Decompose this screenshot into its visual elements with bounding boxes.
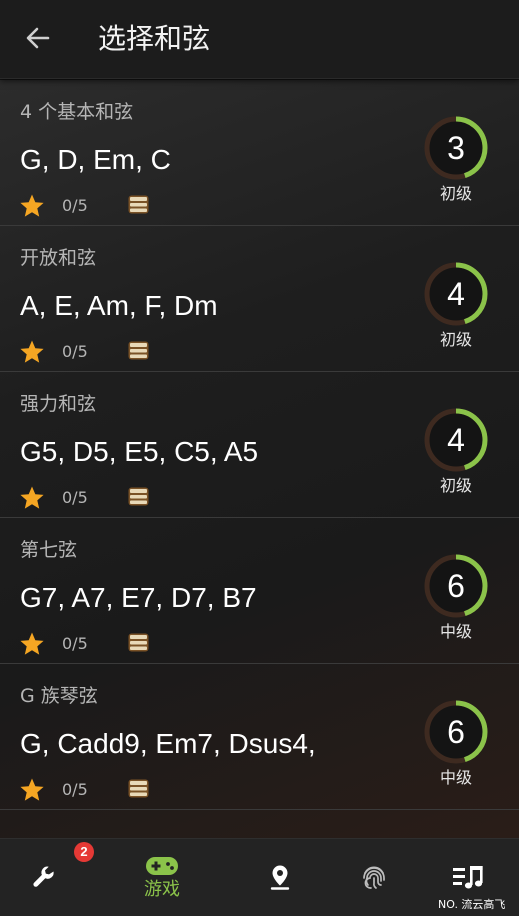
app-header: 选择和弦 [0, 0, 519, 79]
lesson-score: 0/5 [62, 634, 88, 653]
chest-icon [128, 195, 149, 214]
wrench-icon [33, 866, 54, 887]
lesson-subtitle: 第七弦 [20, 539, 78, 561]
star-icon [20, 340, 44, 363]
level-number: 6 [447, 714, 465, 750]
nav-games[interactable]: 游戏 [122, 839, 202, 916]
nav-tools[interactable]: 2 [4, 839, 94, 916]
level-label: 中级 [439, 768, 472, 787]
lesson-score: 0/5 [62, 488, 88, 507]
lesson-subtitle: 强力和弦 [20, 393, 97, 415]
level-number: 3 [447, 130, 465, 166]
chest-icon [128, 341, 149, 360]
lesson-chords: G5, D5, E5, C5, A5 [20, 436, 259, 467]
lesson-chords: G7, A7, E7, D7, B7 [20, 582, 257, 613]
star-icon [20, 778, 44, 801]
watermark-text: NO. 流云高飞 [438, 898, 506, 911]
nav-games-label: 游戏 [144, 878, 180, 900]
back-button[interactable] [20, 20, 56, 56]
level-number: 4 [447, 422, 465, 458]
level-ring: 6 [424, 554, 488, 618]
level-label: 初级 [439, 476, 472, 495]
level-ring: 4 [424, 408, 488, 472]
star-icon [20, 194, 44, 217]
level-label: 初级 [439, 330, 472, 349]
star-icon [20, 632, 44, 655]
chest-icon [128, 487, 149, 506]
lesson-item[interactable]: 强力和弦 G5, D5, E5, C5, A5 0/5 4 初级 [0, 372, 519, 518]
level-label: 初级 [439, 184, 472, 203]
level-number: 4 [447, 276, 465, 312]
lesson-score: 0/5 [62, 196, 88, 215]
level-number: 6 [447, 568, 465, 604]
notification-badge: 2 [74, 842, 94, 862]
nav-fingerprint[interactable] [334, 839, 414, 916]
fingerprint-icon [363, 866, 385, 889]
lesson-item[interactable]: G 族琴弦 G, Cadd9, Em7, Dsus4, 0/5 6 中级 [0, 664, 519, 810]
lesson-chords: G, Cadd9, Em7, Dsus4, [20, 728, 316, 759]
lesson-item[interactable]: 第七弦 G7, A7, E7, D7, B7 0/5 6 中级 [0, 518, 519, 664]
gamepad-icon [146, 856, 178, 875]
level-ring: 3 [424, 116, 488, 180]
lesson-subtitle: G 族琴弦 [20, 685, 98, 707]
star-icon [20, 486, 44, 509]
nav-map[interactable] [240, 839, 320, 916]
chest-icon [128, 633, 149, 652]
lesson-score: 0/5 [62, 780, 88, 799]
location-pin-icon [270, 865, 290, 890]
lesson-item[interactable]: 4 个基本和弦 G, D, Em, C 0/5 3 初级 [0, 80, 519, 226]
music-list-icon [453, 865, 483, 888]
chest-icon [128, 779, 149, 798]
lesson-chords: A, E, Am, F, Dm [20, 290, 218, 321]
level-ring: 4 [424, 262, 488, 326]
lesson-item[interactable]: 开放和弦 A, E, Am, F, Dm 0/5 4 初级 [0, 226, 519, 372]
level-ring: 6 [424, 700, 488, 764]
page-title: 选择和弦 [98, 22, 211, 55]
level-label: 中级 [439, 622, 472, 641]
lesson-score: 0/5 [62, 342, 88, 361]
lesson-chords: G, D, Em, C [20, 144, 171, 175]
arrow-left-icon [26, 27, 50, 49]
lesson-subtitle: 开放和弦 [20, 247, 97, 269]
lesson-subtitle: 4 个基本和弦 [20, 101, 134, 123]
chord-lesson-list[interactable]: 4 个基本和弦 G, D, Em, C 0/5 3 初级 开放和弦 A, E, … [0, 80, 519, 838]
